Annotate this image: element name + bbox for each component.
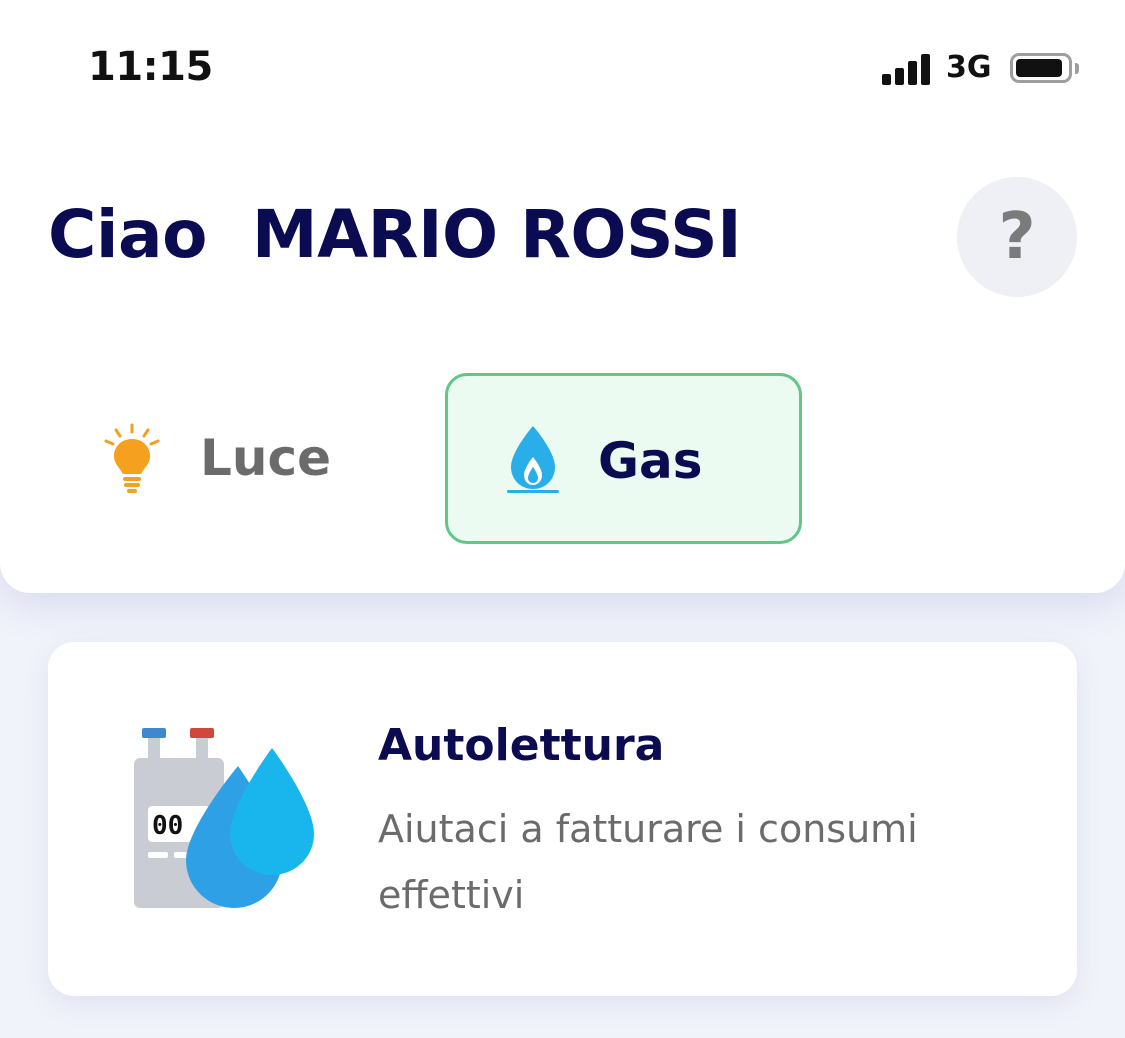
battery-tip [1075, 63, 1079, 74]
battery-level [1016, 59, 1062, 77]
tab-gas-label: Gas [598, 432, 703, 490]
autolettura-card[interactable]: 00 Autolettura Aiutaci a fatturare i con… [48, 642, 1077, 996]
header-card: 11:15 3G Ciao MARIO ROSSI ? Luce Gas [0, 0, 1125, 593]
network-type: 3G [946, 50, 992, 85]
app-screen: 11:15 3G Ciao MARIO ROSSI ? Luce Gas 00 … [0, 0, 1125, 1038]
meter-display: 00 [152, 811, 183, 841]
card-description: Aiutaci a fatturare i consumi effettivi [378, 807, 918, 917]
greeting-title: Ciao MARIO ROSSI [48, 196, 742, 273]
status-time: 11:15 [88, 44, 213, 90]
battery-icon [1010, 53, 1072, 83]
status-bar: 11:15 3G [0, 0, 1125, 140]
signal-strength-icon [882, 53, 934, 85]
lightbulb-icon [104, 423, 160, 493]
help-button[interactable]: ? [957, 177, 1077, 297]
tab-gas[interactable]: Gas [445, 373, 802, 544]
tab-luce-label: Luce [200, 429, 332, 487]
help-icon: ? [998, 200, 1036, 274]
card-title: Autolettura [378, 720, 665, 771]
gas-meter-icon: 00 [134, 728, 314, 908]
tab-luce[interactable]: Luce [60, 373, 417, 544]
gas-flame-icon [507, 426, 559, 493]
